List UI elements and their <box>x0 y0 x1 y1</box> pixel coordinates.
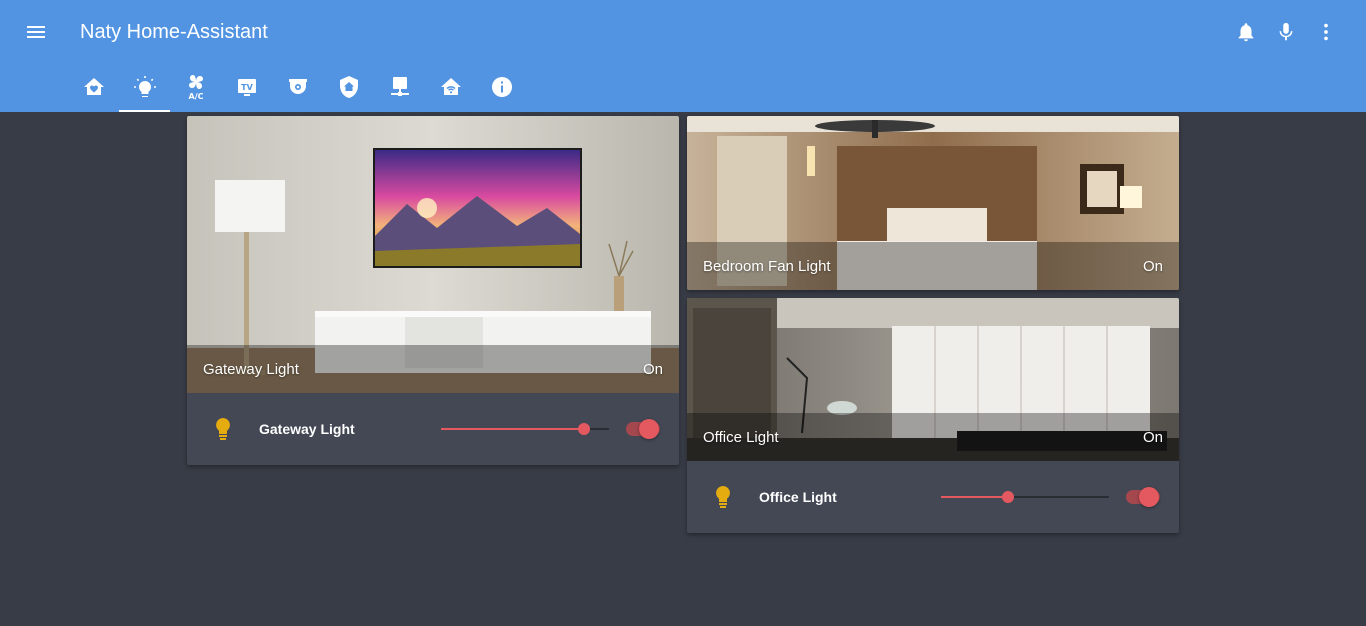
bell-icon[interactable] <box>1234 18 1258 46</box>
home-wifi-icon <box>439 75 463 104</box>
office-light-toggle[interactable] <box>1125 485 1163 509</box>
shield-home-icon <box>337 75 361 104</box>
tab-lights[interactable] <box>119 66 170 112</box>
bedroom-picture[interactable]: Bedroom Fan Light On <box>687 116 1179 290</box>
office-brightness-slider[interactable] <box>941 489 1109 505</box>
office-light-name[interactable]: Office Light <box>759 489 837 505</box>
office-image-overlay: Office Light On <box>687 413 1179 461</box>
view-tabs: A/C TV <box>68 66 527 112</box>
gateway-light-card: Gateway Light On Gateway Light <box>187 116 679 465</box>
tab-climate[interactable]: A/C <box>170 66 221 112</box>
tab-home-wifi[interactable] <box>425 66 476 112</box>
lightbulb-icon[interactable] <box>712 484 734 510</box>
tab-home[interactable] <box>68 66 119 112</box>
tab-network[interactable] <box>374 66 425 112</box>
tab-info[interactable] <box>476 66 527 112</box>
office-light-row: Office Light <box>687 461 1179 533</box>
bedroom-image-state: On <box>1142 257 1163 275</box>
office-picture[interactable]: Office Light On <box>687 298 1179 461</box>
bedroom-image-label: Bedroom Fan Light <box>703 257 831 275</box>
svg-text:TV: TV <box>241 83 253 92</box>
gateway-light-name[interactable]: Gateway Light <box>259 421 355 437</box>
office-image-label: Office Light <box>703 428 779 446</box>
tab-tv[interactable]: TV <box>221 66 272 112</box>
more-vertical-icon[interactable] <box>1314 18 1338 46</box>
gateway-brightness-slider[interactable] <box>441 421 609 437</box>
office-light-card: Office Light On Office Light <box>687 298 1179 533</box>
slider-knob[interactable] <box>1002 491 1015 503</box>
office-image-state: On <box>1142 428 1163 446</box>
app-header: Naty Home-Assistant A/C TV <box>0 0 1366 112</box>
microphone-icon[interactable] <box>1274 18 1298 46</box>
home-heart-icon <box>82 75 106 104</box>
tab-cameras[interactable] <box>272 66 323 112</box>
fan-ac-icon: A/C <box>184 74 208 105</box>
lightbulb-icon[interactable] <box>212 416 234 442</box>
tv-icon: TV <box>235 75 259 104</box>
info-icon <box>490 75 514 104</box>
menu-icon[interactable] <box>24 20 48 44</box>
gateway-light-row: Gateway Light <box>187 393 679 465</box>
gateway-image-label: Gateway Light <box>203 360 299 378</box>
tab-security[interactable] <box>323 66 374 112</box>
svg-text:A/C: A/C <box>188 92 203 100</box>
app-title: Naty Home-Assistant <box>80 21 268 43</box>
camera-dome-icon <box>286 75 310 104</box>
desktop-network-icon <box>388 75 412 104</box>
bedroom-fan-light-card: Bedroom Fan Light On <box>687 116 1179 290</box>
gateway-image-state: On <box>642 360 663 378</box>
bedroom-image-overlay: Bedroom Fan Light On <box>687 242 1179 290</box>
slider-knob[interactable] <box>577 423 590 435</box>
gateway-image-overlay: Gateway Light On <box>187 345 679 393</box>
gateway-light-toggle[interactable] <box>625 417 663 441</box>
lightbulb-icon <box>133 75 157 104</box>
living-room-picture[interactable]: Gateway Light On <box>187 116 679 393</box>
